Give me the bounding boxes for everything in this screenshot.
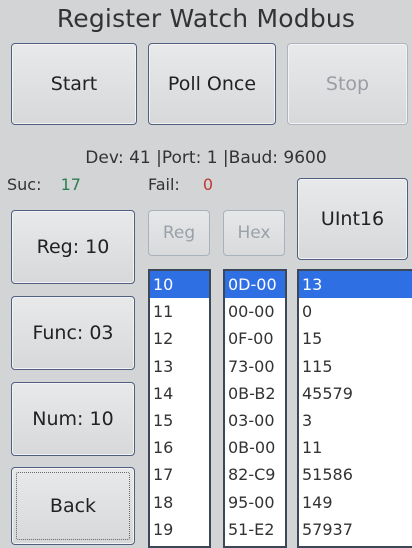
app-title: Register Watch Modbus bbox=[56, 4, 356, 33]
value-row[interactable]: 0 bbox=[299, 298, 412, 325]
register-button[interactable]: Reg: 10 bbox=[11, 210, 135, 284]
success-count: Suc: 17 bbox=[7, 175, 81, 194]
fail-count: Fail: 0 bbox=[148, 175, 213, 194]
stop-button-label: Stop bbox=[325, 73, 370, 95]
hex-row[interactable]: 0D-00 bbox=[225, 271, 285, 299]
function-button[interactable]: Func: 03 bbox=[11, 296, 135, 370]
poll-once-button-label: Poll Once bbox=[167, 73, 257, 95]
register-row[interactable]: 19 bbox=[150, 516, 209, 543]
number-button-label: Num: 10 bbox=[32, 408, 114, 430]
fail-label: Fail: bbox=[148, 175, 180, 194]
register-button-label: Reg: 10 bbox=[36, 236, 110, 258]
hex-row[interactable]: 03-00 bbox=[225, 407, 285, 434]
value-list[interactable]: 13 0 15 115 45579 3 11 51586 149 57937 bbox=[297, 269, 412, 548]
reg-header-label: Reg bbox=[162, 223, 196, 243]
start-button[interactable]: Start bbox=[11, 43, 137, 125]
register-row[interactable]: 17 bbox=[150, 461, 209, 488]
value-row[interactable]: 51586 bbox=[299, 461, 412, 488]
data-type-label: UInt16 bbox=[320, 208, 385, 230]
value-row[interactable]: 57937 bbox=[299, 516, 412, 543]
value-row[interactable]: 45579 bbox=[299, 380, 412, 407]
hex-list[interactable]: 0D-00 00-00 0F-00 73-00 0B-B2 03-00 0B-00 82-C9… bbox=[223, 269, 287, 548]
value-row[interactable]: 115 bbox=[299, 353, 412, 380]
success-label: Suc: bbox=[7, 175, 42, 194]
register-row[interactable]: 16 bbox=[150, 434, 209, 461]
hex-row[interactable]: 0B-B2 bbox=[225, 380, 285, 407]
fail-value: 0 bbox=[202, 175, 214, 194]
start-button-label: Start bbox=[50, 73, 98, 95]
register-row[interactable]: 12 bbox=[150, 325, 209, 352]
hex-header-button[interactable]: Hex bbox=[223, 210, 285, 256]
hex-row[interactable]: 0F-00 bbox=[225, 325, 285, 352]
register-row[interactable]: 14 bbox=[150, 380, 209, 407]
hex-row[interactable]: 51-E2 bbox=[225, 516, 285, 543]
register-row[interactable]: 13 bbox=[150, 353, 209, 380]
hex-row[interactable]: 0B-00 bbox=[225, 434, 285, 461]
register-row[interactable]: 15 bbox=[150, 407, 209, 434]
register-list[interactable]: 10 11 12 13 14 15 16 17 18 19 bbox=[148, 269, 211, 548]
value-row[interactable]: 149 bbox=[299, 489, 412, 516]
register-row[interactable]: 11 bbox=[150, 298, 209, 325]
register-row[interactable]: 10 bbox=[150, 271, 209, 299]
data-type-button[interactable]: UInt16 bbox=[297, 178, 408, 260]
register-row[interactable]: 18 bbox=[150, 489, 209, 516]
function-button-label: Func: 03 bbox=[32, 322, 114, 344]
number-button[interactable]: Num: 10 bbox=[11, 382, 135, 456]
poll-once-button[interactable]: Poll Once bbox=[148, 43, 276, 125]
back-button-label: Back bbox=[49, 495, 97, 517]
connection-info: Dev: 41 |Port: 1 |Baud: 9600 bbox=[85, 148, 327, 168]
value-row[interactable]: 11 bbox=[299, 434, 412, 461]
value-row[interactable]: 3 bbox=[299, 407, 412, 434]
back-button[interactable]: Back bbox=[11, 467, 135, 545]
hex-row[interactable]: 00-00 bbox=[225, 298, 285, 325]
hex-row[interactable]: 95-00 bbox=[225, 489, 285, 516]
value-row[interactable]: 13 bbox=[299, 271, 412, 299]
hex-row[interactable]: 82-C9 bbox=[225, 461, 285, 488]
reg-header-button[interactable]: Reg bbox=[148, 210, 210, 256]
back-button-focus: Back bbox=[16, 472, 130, 540]
hex-header-label: Hex bbox=[237, 223, 271, 243]
stop-button[interactable]: Stop bbox=[287, 43, 408, 125]
hex-row[interactable]: 73-00 bbox=[225, 353, 285, 380]
success-value: 17 bbox=[60, 175, 81, 194]
value-row[interactable]: 15 bbox=[299, 325, 412, 352]
